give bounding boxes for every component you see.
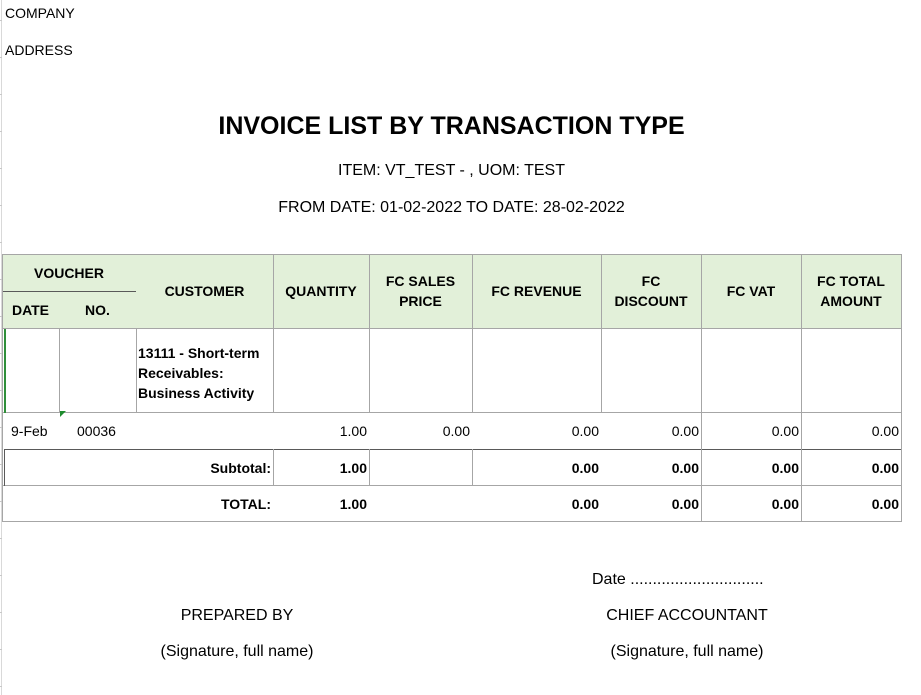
grid-line: [4, 449, 5, 486]
row-quantity[interactable]: 1.00: [273, 413, 369, 449]
grid-line: [2, 328, 902, 329]
row-boundary-tick: [0, 131, 2, 132]
grid-line: [472, 329, 473, 413]
header-voucher: VOUCHER: [33, 264, 104, 281]
grid-line: [601, 329, 602, 413]
header-fc-total-amount: FC TOTAL AMOUNT: [817, 273, 885, 309]
prepared-by-label: PREPARED BY: [180, 607, 294, 624]
row-boundary-tick: [0, 538, 2, 539]
row-fc-discount[interactable]: 0.00: [601, 413, 701, 449]
active-cell-border: [4, 329, 6, 413]
row-boundary-tick: [0, 316, 2, 317]
header-date: DATE: [11, 301, 50, 318]
subtotal-quantity[interactable]: 1.00: [273, 450, 369, 485]
subtotal-fc-total-amount[interactable]: 0.00: [801, 450, 901, 485]
subtotal-fc-vat[interactable]: 0.00: [701, 450, 801, 485]
total-fc-total-amount[interactable]: 0.00: [801, 486, 901, 521]
row-boundary-tick: [0, 94, 2, 95]
grid-line: [901, 254, 902, 522]
grid-line: [369, 329, 370, 413]
total-quantity[interactable]: 1.00: [273, 486, 369, 521]
grid-line: [369, 449, 370, 486]
header-quantity: QUANTITY: [285, 283, 357, 299]
grid-line: [59, 329, 60, 413]
row-boundary-tick: [0, 686, 2, 687]
grid-line: [136, 329, 137, 413]
company-name: COMPANY: [5, 5, 75, 21]
spreadsheet-page: COMPANY ADDRESS INVOICE LIST BY TRANSACT…: [0, 0, 921, 695]
row-boundary-tick: [0, 205, 2, 206]
subtotal-label: Subtotal:: [210, 459, 271, 476]
total-fc-vat[interactable]: 0.00: [701, 486, 801, 521]
total-fc-discount[interactable]: 0.00: [601, 486, 701, 521]
chief-accountant-label: CHIEF ACCOUNTANT: [606, 607, 768, 624]
footer-date-line: Date ..............................: [592, 571, 764, 588]
header-fc-vat: FC VAT: [726, 283, 776, 299]
report-date-range: FROM DATE: 01-02-2022 TO DATE: 28-02-202…: [278, 199, 625, 216]
header-customer: CUSTOMER: [164, 283, 245, 299]
grid-line: [2, 521, 902, 522]
row-fc-sales-price[interactable]: 0.00: [369, 413, 472, 449]
report-item-uom: ITEM: VT_TEST - , UOM: TEST: [338, 162, 565, 179]
report-title: INVOICE LIST BY TRANSACTION TYPE: [218, 112, 685, 140]
row-boundary-tick: [0, 242, 2, 243]
row-boundary-tick: [0, 168, 2, 169]
row-fc-vat[interactable]: 0.00: [701, 413, 801, 449]
row-date[interactable]: 9-Feb: [2, 413, 59, 449]
header-fc-sales-price: FC SALES PRICE: [385, 273, 456, 309]
account-group-label[interactable]: 13111 - Short-term Receivables: Business…: [138, 343, 274, 403]
row-boundary-tick: [0, 649, 2, 650]
row-boundary-tick: [0, 353, 2, 354]
row-boundary-tick: [0, 501, 2, 502]
row-boundary-tick: [0, 57, 2, 58]
row-boundary-tick: [0, 575, 2, 576]
total-label: TOTAL:: [220, 495, 271, 512]
subtotal-fc-revenue[interactable]: 0.00: [472, 450, 601, 485]
prepared-by-signature: (Signature, full name): [160, 643, 314, 660]
total-fc-revenue[interactable]: 0.00: [472, 486, 601, 521]
header-no: NO.: [85, 301, 110, 318]
row-customer[interactable]: [136, 413, 273, 449]
row-boundary-tick: [0, 20, 2, 21]
row-fc-total-amount[interactable]: 0.00: [801, 413, 901, 449]
subtotal-fc-discount[interactable]: 0.00: [601, 450, 701, 485]
row-boundary-tick: [0, 427, 2, 428]
chief-accountant-signature: (Signature, full name): [610, 643, 764, 660]
header-fc-discount: FC DISCOUNT: [614, 273, 688, 309]
row-boundary-tick: [0, 390, 2, 391]
company-address: ADDRESS: [5, 42, 73, 58]
row-boundary-tick: [0, 279, 2, 280]
row-fc-revenue[interactable]: 0.00: [472, 413, 601, 449]
invoice-table: VOUCHER DATE NO. CUSTOMER QUANTITY FC SA…: [2, 254, 902, 522]
header-fc-revenue: FC REVENUE: [491, 283, 582, 299]
row-voucher-no[interactable]: 00036: [59, 413, 136, 449]
row-boundary-tick: [0, 612, 2, 613]
row-boundary-tick: [0, 464, 2, 465]
